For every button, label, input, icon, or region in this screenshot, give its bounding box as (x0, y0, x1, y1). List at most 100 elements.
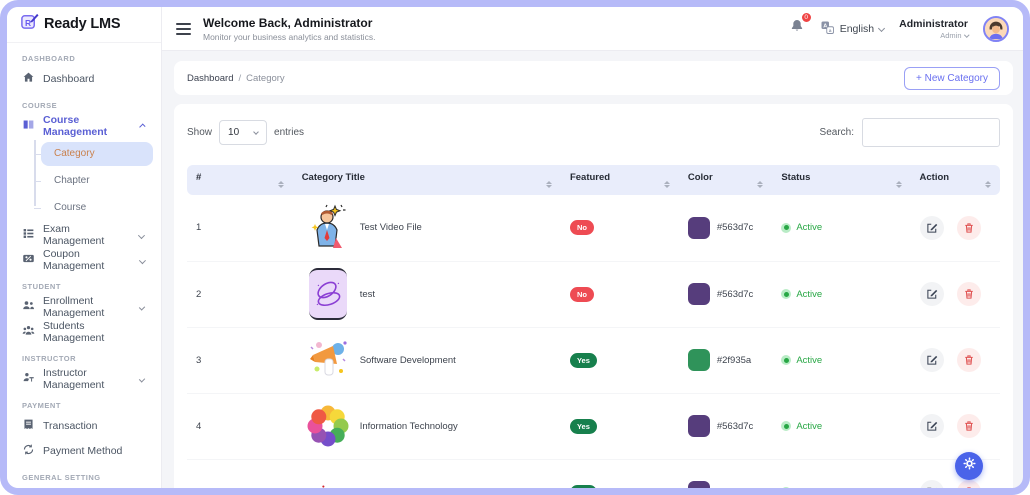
user-role: Admin (940, 31, 968, 40)
receipt-icon (22, 418, 35, 434)
color-code: #2f935a (717, 355, 751, 366)
chevron-down-icon (878, 25, 885, 32)
page-size-select[interactable]: 10 (219, 120, 267, 145)
chevron-up-icon (138, 123, 145, 130)
notification-count-badge: 0 (801, 12, 812, 23)
color-swatch (688, 349, 710, 371)
column-header-color[interactable]: Color (679, 165, 772, 195)
sidebar-subitem-course[interactable]: Course (41, 196, 153, 220)
breadcrumb-bar: Dashboard / Category + New Category (174, 61, 1013, 95)
edit-button[interactable] (920, 480, 944, 488)
featured-badge: Yes (570, 353, 597, 368)
section-label-student: STUDENT (22, 282, 153, 291)
color-swatch (688, 217, 710, 239)
page-content: Dashboard / Category + New Category Show… (162, 51, 1023, 488)
language-selector[interactable]: Aa English (820, 20, 884, 38)
edit-button[interactable] (920, 414, 944, 438)
category-title: Test Video File (360, 222, 422, 233)
breadcrumb-root[interactable]: Dashboard (187, 73, 233, 84)
column-header-action[interactable]: Action (911, 165, 1000, 195)
category-title: test (360, 289, 375, 300)
table-row: 2 test No #563d7c Active (187, 261, 1000, 327)
sort-icon[interactable] (985, 181, 991, 189)
sidebar-item-coupon-management[interactable]: Coupon Management (15, 248, 153, 273)
sort-icon[interactable] (757, 181, 763, 189)
language-label: English (840, 23, 874, 35)
sidebar-item-instructor-management[interactable]: Instructor Management (15, 367, 153, 392)
edit-button[interactable] (920, 348, 944, 372)
status-dot-icon (781, 487, 791, 488)
delete-button[interactable] (957, 414, 981, 438)
sidebar-item-enrollment-management[interactable]: Enrollment Management (15, 295, 153, 320)
column-header-id[interactable]: # (187, 165, 293, 195)
sort-icon[interactable] (278, 181, 284, 189)
color-swatch (688, 415, 710, 437)
category-table: # Category Title Featured Color Status A… (187, 165, 1000, 488)
delete-button[interactable] (957, 216, 981, 240)
delete-button[interactable] (957, 348, 981, 372)
category-title: YouTube (360, 487, 397, 489)
color-code: #563d7c (717, 421, 753, 432)
svg-text:a: a (828, 28, 831, 33)
status-badge: Active (781, 421, 901, 432)
top-header: Welcome Back, Administrator Monitor your… (162, 7, 1023, 51)
ready-lms-logo-icon: R (20, 12, 39, 36)
logo[interactable]: R Ready LMS (7, 7, 161, 43)
svg-text:R: R (25, 18, 31, 28)
sort-icon[interactable] (546, 181, 552, 189)
table-toolbar: Show 10 entries Search: (187, 117, 1000, 147)
sidebar-subitem-category[interactable]: Category (41, 142, 153, 166)
column-header-title[interactable]: Category Title (293, 165, 561, 195)
gear-icon (962, 456, 977, 476)
category-title: Information Technology (360, 421, 458, 432)
settings-fab[interactable] (955, 452, 983, 480)
table-header-row: # Category Title Featured Color Status A… (187, 165, 1000, 195)
delete-button[interactable] (957, 480, 981, 488)
table-row: 1 Test Video File No #563d7c Active (187, 195, 1000, 261)
sidebar-item-transaction[interactable]: Transaction (15, 414, 153, 439)
featured-badge: Yes (570, 419, 597, 434)
notifications-button[interactable]: 0 (789, 18, 805, 39)
sidebar-item-profile[interactable]: Profile (15, 486, 153, 488)
hamburger-menu-icon[interactable] (176, 23, 191, 35)
logo-text: Ready LMS (44, 16, 120, 32)
column-header-featured[interactable]: Featured (561, 165, 679, 195)
sidebar-item-exam-management[interactable]: Exam Management (15, 223, 153, 248)
sidebar-subitem-label: Chapter (54, 175, 90, 186)
column-header-status[interactable]: Status (772, 165, 910, 195)
status-badge: Active (781, 487, 901, 489)
sidebar-item-students-management[interactable]: Students Management (15, 320, 153, 345)
category-thumbnail-rings (302, 267, 354, 321)
row-index: 5 (187, 459, 293, 488)
search-input[interactable] (862, 118, 1000, 147)
sidebar-item-dashboard[interactable]: Dashboard (15, 67, 153, 92)
sort-icon[interactable] (896, 181, 902, 189)
category-thumbnail-minen-logo: minen (302, 465, 354, 488)
status-dot-icon (781, 223, 791, 233)
edit-button[interactable] (920, 282, 944, 306)
color-code: #563d7c (717, 289, 753, 300)
status-badge: Active (781, 222, 901, 233)
delete-button[interactable] (957, 282, 981, 306)
sidebar-subitem-label: Course (54, 202, 86, 213)
sidebar-item-payment-method[interactable]: Payment Method (15, 439, 153, 464)
avatar[interactable] (983, 16, 1009, 42)
sidebar-subitem-chapter[interactable]: Chapter (41, 169, 153, 193)
status-dot-icon (781, 289, 791, 299)
featured-badge: No (570, 287, 594, 302)
sort-icon[interactable] (664, 181, 670, 189)
row-index: 3 (187, 327, 293, 393)
sidebar-item-label: Exam Management (43, 223, 131, 247)
page-title: Welcome Back, Administrator (203, 16, 375, 30)
edit-button[interactable] (920, 216, 944, 240)
welcome-block: Welcome Back, Administrator Monitor your… (203, 16, 375, 42)
sidebar-item-course-management[interactable]: Course Management (15, 114, 153, 139)
chevron-down-icon (253, 129, 259, 135)
sidebar-item-label: Payment Method (43, 445, 122, 457)
course-submenu: Category Chapter Course (31, 142, 153, 220)
table-row: 3 Software Development Yes #2f935a Activ… (187, 327, 1000, 393)
category-thumbnail-superhero (302, 201, 354, 255)
new-category-button[interactable]: + New Category (904, 67, 1000, 90)
table-row: 5 minen YouTube Yes #563d7c Active (187, 459, 1000, 488)
user-menu[interactable]: Administrator Admin (899, 18, 968, 40)
